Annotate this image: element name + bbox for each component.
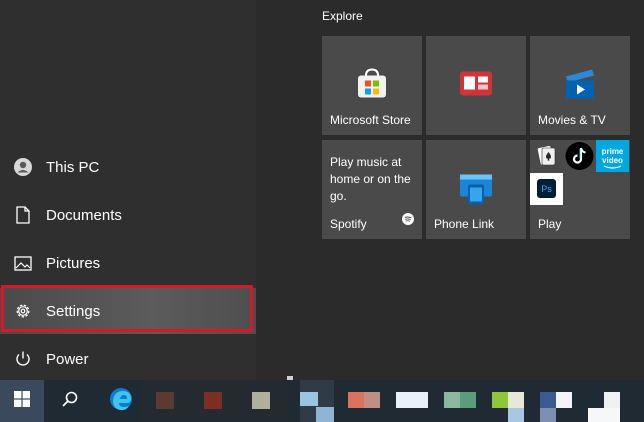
tile-label: Phone Link <box>434 217 495 231</box>
tiktok-app-icon <box>563 140 596 172</box>
tile-news[interactable] <box>426 36 526 135</box>
picture-icon <box>0 240 46 286</box>
tile-label: Spotify <box>330 217 367 231</box>
taskbar-app-icon[interactable] <box>604 392 620 408</box>
news-icon <box>459 71 493 102</box>
chevron-up-icon <box>287 376 293 380</box>
prime-video-app-icon: prime video <box>596 140 629 172</box>
group-title: Explore <box>322 9 363 23</box>
taskbar-app-icon <box>508 392 524 408</box>
taskbar-app-icon[interactable] <box>300 392 318 406</box>
tile-movies-tv[interactable]: Movies & TV <box>530 36 630 135</box>
windows-icon <box>14 390 30 412</box>
svg-text:prime: prime <box>602 147 624 156</box>
nav-item-label: This PC <box>46 158 100 176</box>
taskbar-app-icon <box>364 392 380 408</box>
taskbar-app-icon[interactable] <box>492 392 508 408</box>
user-icon <box>0 144 46 190</box>
search-button[interactable] <box>52 380 88 422</box>
nav-item-label: Documents <box>46 206 122 224</box>
phone-link-icon <box>456 173 496 212</box>
store-icon <box>356 68 388 105</box>
tile-label: Play <box>538 217 562 231</box>
taskbar-app-icon <box>588 408 620 422</box>
taskbar-app-icon <box>540 408 556 422</box>
edge-icon <box>108 386 134 417</box>
taskbar-edge[interactable] <box>102 380 140 422</box>
svg-text:video: video <box>602 156 623 165</box>
nav-item-label: Settings <box>46 302 101 320</box>
gear-icon <box>0 288 46 334</box>
movies-icon <box>563 67 597 106</box>
tile-label: Movies & TV <box>538 113 606 127</box>
nav-item-settings[interactable]: Settings <box>0 288 256 334</box>
start-button[interactable] <box>0 380 44 422</box>
taskbar-app-icon[interactable] <box>204 392 222 409</box>
svg-text:Ps: Ps <box>541 184 552 194</box>
taskbar-app-icon[interactable] <box>348 392 364 408</box>
tile-phone-link[interactable]: Phone Link <box>426 140 526 239</box>
search-icon <box>61 390 79 413</box>
nav-item-documents[interactable]: Documents <box>0 192 256 238</box>
taskbar-app-icon <box>460 392 476 408</box>
taskbar-app-icon[interactable] <box>540 392 556 408</box>
nav-item-label: Power <box>46 350 89 368</box>
solitaire-app-icon <box>530 140 563 172</box>
tile-spotify[interactable]: Play music at home or on the go. Spotify <box>322 140 422 239</box>
nav-item-power[interactable]: Power <box>0 336 256 382</box>
taskbar-app-icon <box>556 392 572 408</box>
document-icon <box>0 192 46 238</box>
taskbar-app-icon[interactable] <box>396 392 428 408</box>
nav-item-label: Pictures <box>46 254 101 272</box>
taskbar-app-icon[interactable] <box>444 392 460 408</box>
nav-item-pictures[interactable]: Pictures <box>0 240 256 286</box>
photoshop-app-icon: Ps <box>530 173 563 205</box>
spotify-icon <box>402 212 414 230</box>
tile-microsoft-store[interactable]: Microsoft Store <box>322 36 422 135</box>
taskbar-app-icon <box>508 408 524 422</box>
taskbar-app-icon[interactable] <box>252 392 270 409</box>
tile-description: Play music at home or on the go. <box>330 155 411 203</box>
tile-label: Microsoft Store <box>330 113 411 127</box>
taskbar-app-icon[interactable] <box>156 392 174 409</box>
taskbar-app-icon <box>316 407 334 422</box>
power-icon <box>0 336 46 382</box>
nav-item-this-pc[interactable]: This PC <box>0 144 256 190</box>
